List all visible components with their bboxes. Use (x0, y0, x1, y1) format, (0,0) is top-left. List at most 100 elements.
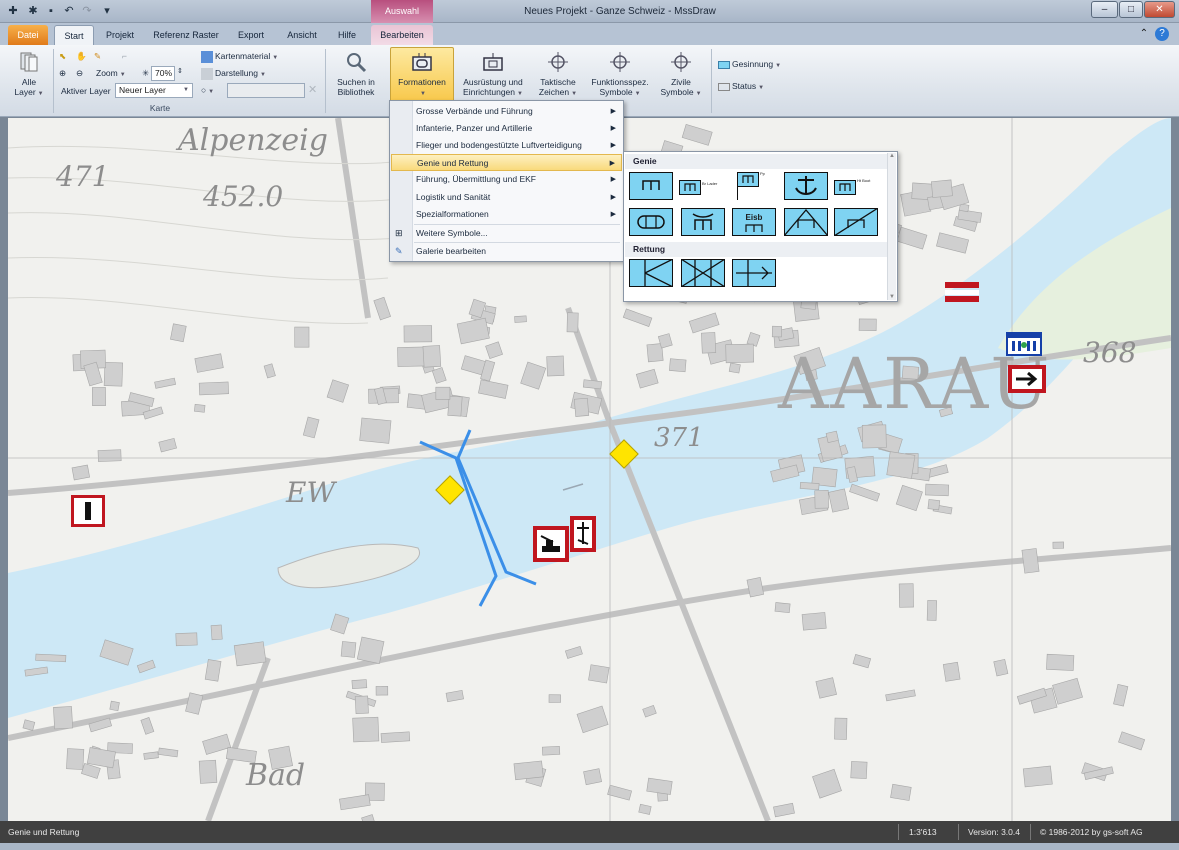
genie-symbol-1[interactable] (629, 172, 673, 202)
pencil-icon[interactable]: ✎ (94, 49, 101, 63)
map-label-471: 471 (56, 160, 110, 193)
menu-item-spezialformationen[interactable]: Spezialformationen ▶ (391, 206, 622, 223)
map-building (1046, 653, 1075, 671)
map-building (638, 803, 652, 815)
save-icon[interactable]: ▪ (44, 4, 58, 18)
map-building (198, 759, 218, 784)
red-arrow-symbol[interactable] (1008, 365, 1046, 393)
blue-station-symbol[interactable] (1006, 332, 1042, 356)
map-building (194, 404, 206, 413)
rettung-symbol-3[interactable] (732, 259, 776, 289)
tab-export[interactable]: Export (230, 25, 272, 45)
clear-icon[interactable]: ✕ (308, 83, 317, 97)
redo-icon[interactable]: ↷ (80, 4, 94, 18)
map-building (158, 747, 179, 758)
rettung-symbol-1[interactable] (629, 259, 673, 289)
map-building (825, 430, 839, 443)
zivile-symbole-button[interactable]: Zivile Symbole ▼ (658, 48, 704, 106)
map-building (646, 777, 673, 795)
undo-icon[interactable]: ↶ (62, 4, 76, 18)
gallery-scroll-up-icon[interactable]: ▲ (889, 153, 895, 159)
quickaccess-menu-icon[interactable]: ▾ (100, 4, 114, 18)
menu-item-infanterie[interactable]: Infanterie, Panzer und Artillerie ▶ (391, 120, 622, 137)
darstellung-button[interactable]: Darstellung ▼ (201, 66, 266, 80)
map-building (403, 325, 433, 343)
window-frame-bottom (0, 843, 1179, 850)
zoom-spinner-icon[interactable]: ⇕ (177, 65, 183, 79)
menu-item-fuehrung[interactable]: Führung, Übermittlung und EKF ▶ (391, 171, 622, 188)
gesinnung-icon (718, 60, 730, 69)
tab-referenz-raster[interactable]: Referenz Raster (148, 25, 224, 45)
kartenmaterial-button[interactable]: Kartenmaterial ▼ (201, 49, 278, 63)
menu-item-genie-rettung[interactable]: Genie und Rettung ▶ (391, 154, 622, 171)
select-arrow-icon[interactable]: ⬉ (59, 49, 66, 63)
map-building (194, 353, 224, 373)
menu-item-grosse-verbaende[interactable]: Grosse Verbände und Führung ▶ (391, 103, 622, 120)
genie-symbol-3[interactable]: Pp (732, 170, 776, 200)
zoom-out-icon[interactable]: ⊖ (76, 66, 83, 80)
help-icon[interactable]: ? (1155, 27, 1169, 41)
genie-symbol-5[interactable]: Ht Boot (834, 172, 878, 202)
snap-icon[interactable]: ⌐ (122, 49, 127, 63)
funktionsspez-button[interactable]: Funktionsspez. Symbole ▼ (587, 48, 653, 106)
tab-bearbeiten[interactable]: Bearbeiten (371, 25, 433, 45)
rettung-symbol-2[interactable] (681, 259, 725, 289)
map-building (925, 483, 950, 497)
map-building (233, 641, 267, 667)
tab-start[interactable]: Start (54, 25, 94, 45)
menu-item-weitere-symbole[interactable]: ⊞ Weitere Symbole... (391, 225, 622, 242)
close-button[interactable]: ✕ (1144, 1, 1175, 18)
genie-symbol-2[interactable]: Br Lader (679, 172, 723, 202)
tab-datei[interactable]: Datei (8, 25, 48, 45)
ribbon-collapse-icon[interactable]: ⌃ (1137, 27, 1151, 41)
suchen-button[interactable]: Suchen in Bibliothek (331, 48, 381, 106)
status-button[interactable]: Status ▼ (718, 79, 764, 93)
gallery-scroll-down-icon[interactable]: ▼ (889, 294, 895, 300)
gallery-scrollbar[interactable]: ▲ ▼ (887, 153, 896, 300)
map-building (520, 361, 547, 390)
map-building (635, 368, 659, 389)
map-building (814, 490, 829, 509)
zoom-label[interactable]: Zoom ▼ (96, 66, 126, 80)
map-building (263, 363, 276, 379)
red-barrier-symbol[interactable] (71, 495, 105, 527)
genie-symbol-7[interactable] (681, 208, 725, 238)
zivile-label: Zivile (671, 77, 691, 87)
ausruestung-button[interactable]: Ausrüstung und Einrichtungen ▼ (458, 48, 528, 106)
map-building (514, 315, 527, 323)
genie-symbol-4[interactable] (784, 172, 828, 202)
maximize-button[interactable]: □ (1119, 1, 1143, 18)
pan-hand-icon[interactable]: ✋ (76, 49, 87, 63)
genie-symbol-eisb[interactable]: Eisb (732, 208, 776, 238)
map-building (1022, 765, 1053, 788)
aktiver-layer-select[interactable]: Neuer Layer ▼ (115, 83, 193, 98)
location-field[interactable] (227, 83, 305, 98)
minimize-button[interactable]: – (1091, 1, 1118, 18)
zoom-value-field[interactable]: 70% (151, 66, 175, 81)
map-building (799, 481, 820, 491)
menu-item-galerie-bearbeiten[interactable]: ✎ Galerie bearbeiten (391, 243, 622, 260)
red-crane-symbol[interactable] (533, 526, 569, 562)
gesinnung-button[interactable]: Gesinnung ▼ (718, 57, 781, 71)
menu-item-logistik[interactable]: Logistik und Sanität ▶ (391, 189, 622, 206)
menu-item-flieger[interactable]: Flieger und bodengestützte Luftverteidig… (391, 137, 622, 154)
zoom-in-icon[interactable]: ⊕ (59, 66, 66, 80)
app-icon[interactable]: ✚ (6, 4, 20, 18)
map-building (198, 381, 229, 396)
map-building (326, 379, 350, 403)
red-anchor-symbol[interactable] (570, 516, 596, 552)
taktische-zeichen-button[interactable]: Taktische Zeichen ▼ (533, 48, 583, 106)
tab-ansicht[interactable]: Ansicht (280, 25, 324, 45)
formationen-button[interactable]: Formationen ▼ (390, 47, 454, 103)
tab-hilfe[interactable]: Hilfe (330, 25, 364, 45)
map-building (356, 636, 385, 665)
new-icon[interactable]: ✱ (26, 4, 40, 18)
red-stripes-symbol[interactable] (945, 280, 979, 306)
genie-symbol-9[interactable] (784, 208, 828, 238)
alle-layer-button[interactable]: Alle Layer ▼ (10, 48, 48, 106)
search-small-icon[interactable]: ○ ▼ (201, 83, 214, 97)
genie-symbol-6[interactable] (629, 208, 673, 238)
status-icon (718, 82, 730, 91)
genie-symbol-10[interactable] (834, 208, 878, 238)
tab-projekt[interactable]: Projekt (100, 25, 140, 45)
